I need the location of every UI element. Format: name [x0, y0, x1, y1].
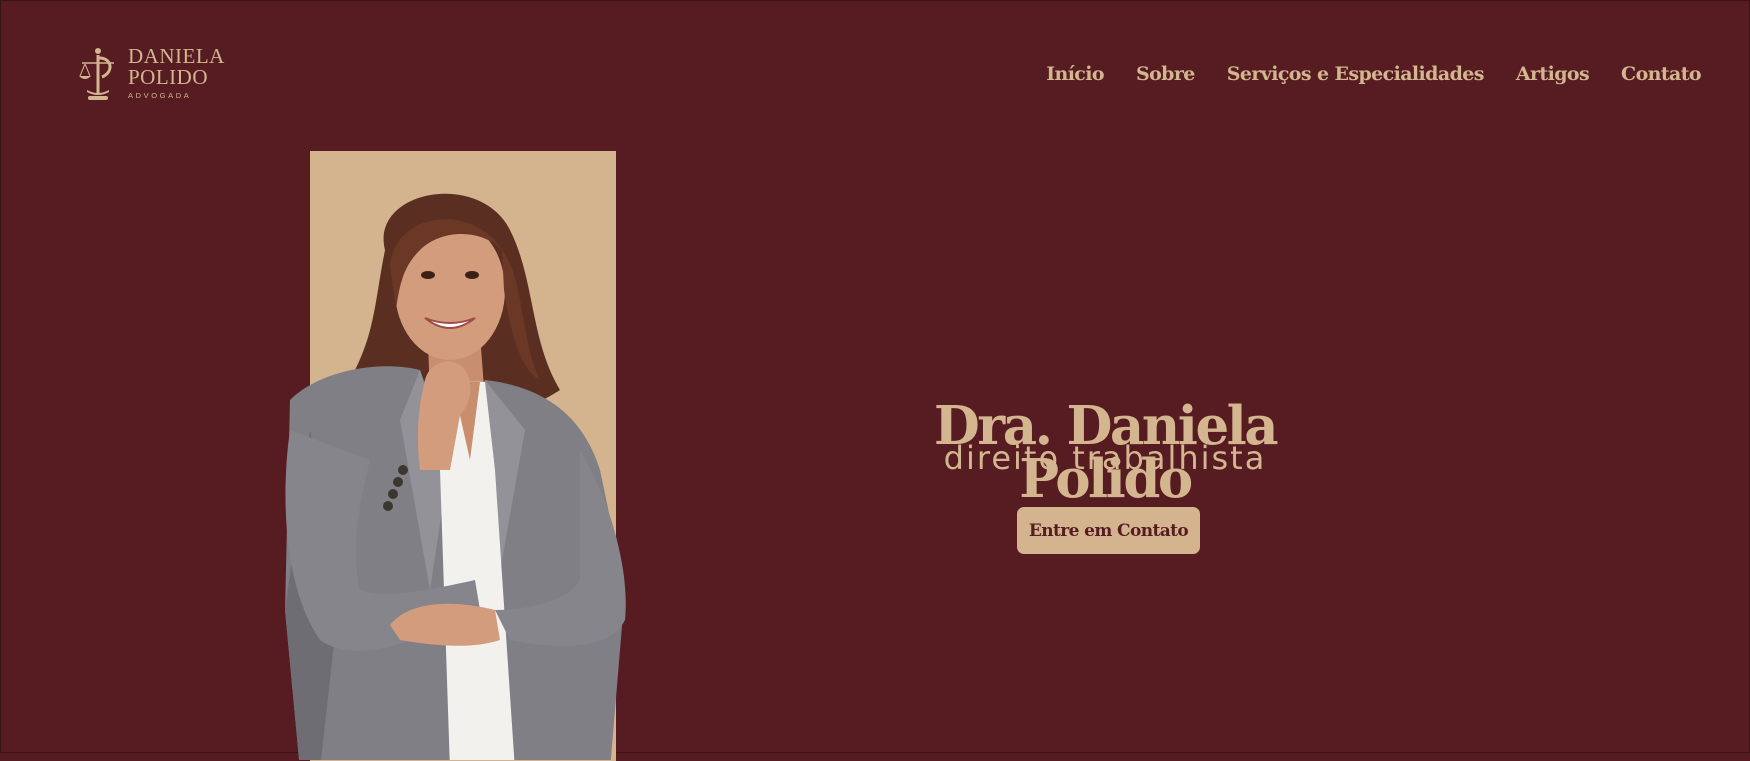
page-frame: [0, 0, 1750, 753]
scales-of-justice-icon: [79, 48, 114, 100]
brand-tagline: ADVOGADA: [128, 91, 192, 100]
lawyer-portrait: [285, 193, 626, 760]
brand-name-line2: POLIDO: [128, 65, 208, 89]
brand-logo[interactable]: DANIELA POLIDO ADVOGADA: [78, 46, 225, 104]
nav-link-sobre[interactable]: Sobre: [1136, 63, 1195, 85]
nav-link-inicio[interactable]: Início: [1046, 63, 1104, 85]
nav-link-servicos[interactable]: Serviços e Especialidades: [1227, 63, 1485, 85]
brand-name-line1: DANIELA: [128, 44, 225, 68]
brand-text: DANIELA POLIDO ADVOGADA: [128, 46, 225, 100]
nav-link-artigos[interactable]: Artigos: [1516, 63, 1590, 85]
main-nav: Início Sobre Serviços e Especialidades A…: [1046, 63, 1701, 85]
hero-subtitle: direito trabalhista: [943, 439, 1267, 477]
contact-cta-button[interactable]: Entre em Contato: [1017, 507, 1200, 554]
nav-link-contato[interactable]: Contato: [1621, 63, 1702, 85]
